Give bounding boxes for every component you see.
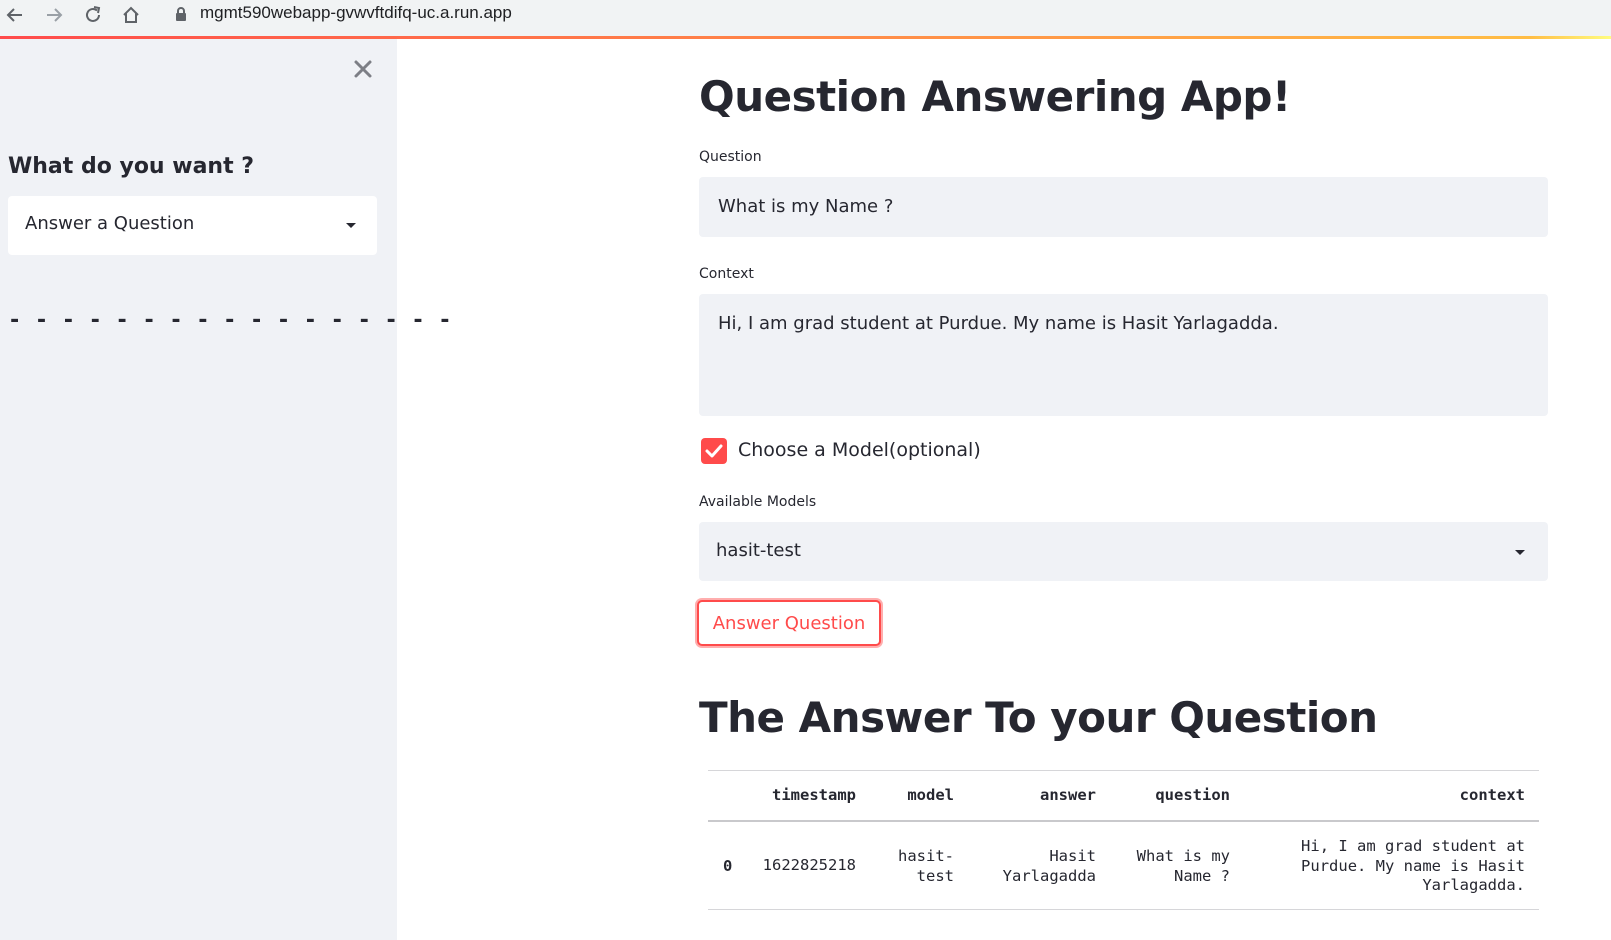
row-index: 0 — [723, 857, 733, 875]
cell-line: hasit- — [898, 847, 954, 865]
chevron-down-icon — [1515, 550, 1525, 555]
chevron-down-icon — [346, 223, 356, 228]
cell-timestamp: 1622825218 — [762, 856, 856, 874]
table-bottom-rule — [708, 909, 1539, 910]
cell-model: hasit- test — [898, 847, 954, 886]
model-select[interactable]: hasit-test — [699, 522, 1548, 581]
context-label: Context — [699, 266, 754, 282]
cell-line: Yarlagadda. — [1422, 876, 1525, 894]
model-checkbox-label: Choose a Model(optional) — [738, 439, 981, 461]
question-input[interactable]: What is my Name ? — [699, 177, 1548, 237]
reload-icon[interactable] — [80, 2, 106, 28]
task-select[interactable]: Answer a Question — [8, 196, 377, 255]
home-icon[interactable] — [118, 2, 144, 28]
browser-toolbar: mgmt590webapp-gvwvftdifq-uc.a.run.app — [0, 0, 1611, 36]
available-models-label: Available Models — [699, 494, 817, 510]
sidebar-divider-text: - - - - - - - - - - - - - - - - - — [8, 308, 452, 333]
answer-heading: The Answer To your Question — [699, 693, 1378, 742]
table-top-rule — [708, 770, 1539, 771]
close-icon[interactable] — [352, 58, 374, 80]
sidebar-heading: What do you want ? — [8, 154, 255, 179]
cell-line: Purdue. My name is Hasit — [1301, 856, 1525, 875]
column-header-model: model — [907, 786, 954, 804]
cell-line: Yarlagadda — [1002, 866, 1096, 885]
back-arrow-icon[interactable] — [2, 2, 28, 28]
cell-line: Hi, I am grad student at — [1301, 837, 1525, 855]
lock-icon — [174, 6, 188, 26]
url-text[interactable]: mgmt590webapp-gvwvftdifq-uc.a.run.app — [200, 3, 512, 23]
column-header-timestamp: timestamp — [772, 786, 856, 804]
task-select-value: Answer a Question — [25, 213, 195, 234]
cell-line: Name ? — [1174, 866, 1230, 885]
forward-arrow-icon[interactable] — [41, 2, 67, 28]
cell-line: What is my — [1136, 847, 1230, 865]
column-header-answer: answer — [1040, 786, 1096, 804]
question-input-value: What is my Name ? — [718, 196, 894, 217]
checkmark-icon — [705, 444, 723, 458]
column-header-context: context — [1459, 786, 1525, 804]
cell-line: Hasit — [1049, 847, 1096, 865]
cell-question: What is my Name ? — [1137, 847, 1230, 886]
column-header-question: question — [1155, 786, 1230, 804]
context-textarea-value: Hi, I am grad student at Purdue. My name… — [718, 313, 1279, 334]
question-label: Question — [699, 149, 762, 165]
page-title: Question Answering App! — [699, 72, 1291, 121]
cell-answer: Hasit Yarlagadda — [1003, 847, 1096, 886]
context-textarea[interactable]: Hi, I am grad student at Purdue. My name… — [699, 294, 1548, 416]
table-header-rule — [708, 820, 1539, 822]
cell-context: Hi, I am grad student at Purdue. My name… — [1301, 837, 1525, 896]
model-select-value: hasit-test — [716, 540, 801, 561]
answer-question-button[interactable]: Answer Question — [697, 600, 881, 646]
cell-line: test — [916, 866, 954, 885]
model-checkbox[interactable] — [701, 438, 727, 464]
